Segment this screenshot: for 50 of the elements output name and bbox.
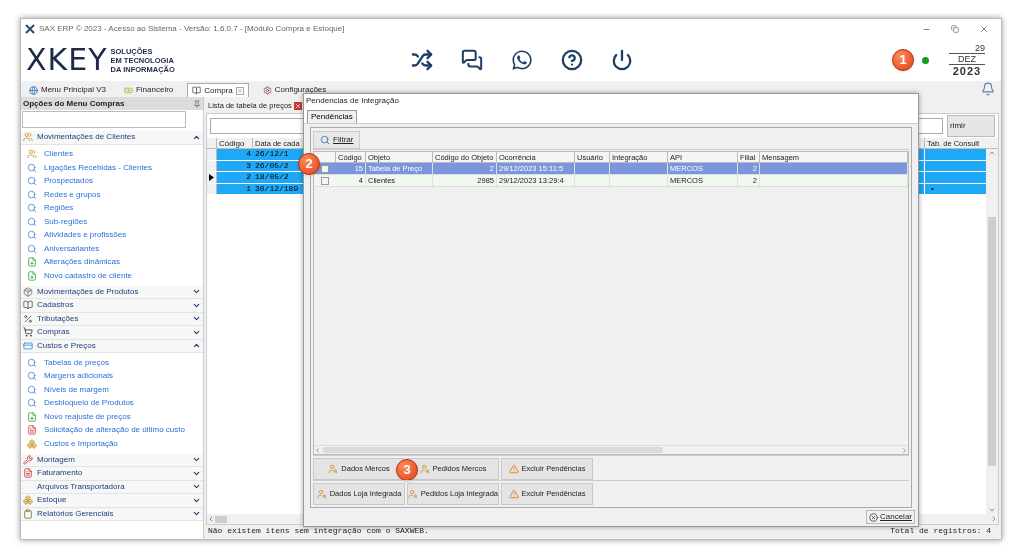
table-cell-text: 18/05/2 xyxy=(254,171,290,184)
menu-item[interactable]: Sub-regiões xyxy=(21,215,203,229)
menu-item[interactable]: Novo reajuste de preços xyxy=(21,410,203,424)
module-tab[interactable]: Financeiro xyxy=(119,83,178,97)
menu-item[interactable]: Aniversariantes xyxy=(21,242,203,256)
dialog-tab[interactable]: Pendências xyxy=(307,110,357,123)
menu-item[interactable]: Custos e Importação xyxy=(21,437,203,451)
menu-section[interactable]: Montagem xyxy=(21,453,203,467)
menu-item[interactable]: Níveis de margem xyxy=(21,383,203,397)
filter-button[interactable]: Filtrar xyxy=(313,130,361,149)
cancel-button[interactable]: Cancelar xyxy=(866,510,915,524)
menu-section[interactable]: Compras xyxy=(21,326,203,340)
menu-item[interactable]: Prospectados xyxy=(21,174,203,188)
table-cell: • xyxy=(931,182,934,195)
menu-item[interactable]: Novo cadastro de cliente xyxy=(21,269,203,283)
record-count: Total de registros: 4 xyxy=(890,525,992,537)
menu-item[interactable]: Regiões xyxy=(21,201,203,215)
menu-section[interactable]: Faturamento xyxy=(21,467,203,481)
menu-section[interactable]: Estoque xyxy=(21,494,203,508)
logo: XKEY xyxy=(26,45,108,75)
menu-item[interactable]: Alterações dinâmicas xyxy=(21,255,203,269)
menu-item[interactable]: Atividades e profissões xyxy=(21,228,203,242)
module-tab[interactable]: Compra xyxy=(187,83,249,97)
menu-item[interactable]: Solicitação de alteração de último custo xyxy=(21,423,203,437)
table-cell-text: 30/12/189 xyxy=(254,182,299,195)
menu-item[interactable]: Ligações Recebidas - Clientes xyxy=(21,161,203,175)
table-cell-text: 4 xyxy=(245,148,252,161)
menu-item[interactable]: Tabelas de preços xyxy=(21,356,203,370)
table-cell-text: 1 xyxy=(245,182,252,195)
window-title: SAX ERP © 2023 - Acesso ao Sistema - Versão: 1.6.0.7 - [Módulo Compra e Estoque] xyxy=(39,23,345,35)
table-cell-text: 26/05/2 xyxy=(254,159,290,172)
menu-section[interactable]: Movimentações de Produtos xyxy=(21,285,203,299)
status-message: Não existem itens sem integração com o SAXWEB. xyxy=(208,525,429,537)
column-header[interactable]: Código xyxy=(217,138,253,148)
table-cell-text: 2 xyxy=(245,171,252,184)
dialog-title: Pendencias de Integração xyxy=(306,95,399,107)
print-button[interactable]: rimir xyxy=(947,115,995,137)
menu-item[interactable]: Redes e grupos xyxy=(21,188,203,202)
table-cell-text: 3 xyxy=(245,159,252,172)
module-tab[interactable]: Menu Principal V3 xyxy=(25,83,110,97)
callout-badge: 1 xyxy=(892,49,914,71)
table-cell-text: 26/12/1 xyxy=(254,148,290,161)
module-tab[interactable]: Configurações xyxy=(258,83,331,97)
menu-section[interactable]: Movimentações de Clientes xyxy=(21,131,203,145)
menu-item[interactable]: Clientes xyxy=(21,147,203,161)
menu-item[interactable]: Margens adicionais xyxy=(21,369,203,383)
sidebar-title: Opções do Menu Compras xyxy=(23,97,125,110)
menu-section[interactable]: Cadastros xyxy=(21,299,203,313)
menu-item[interactable]: Desbloqueio de Produtos xyxy=(21,396,203,410)
date-display: 29 DEZ 2023 xyxy=(949,43,985,77)
